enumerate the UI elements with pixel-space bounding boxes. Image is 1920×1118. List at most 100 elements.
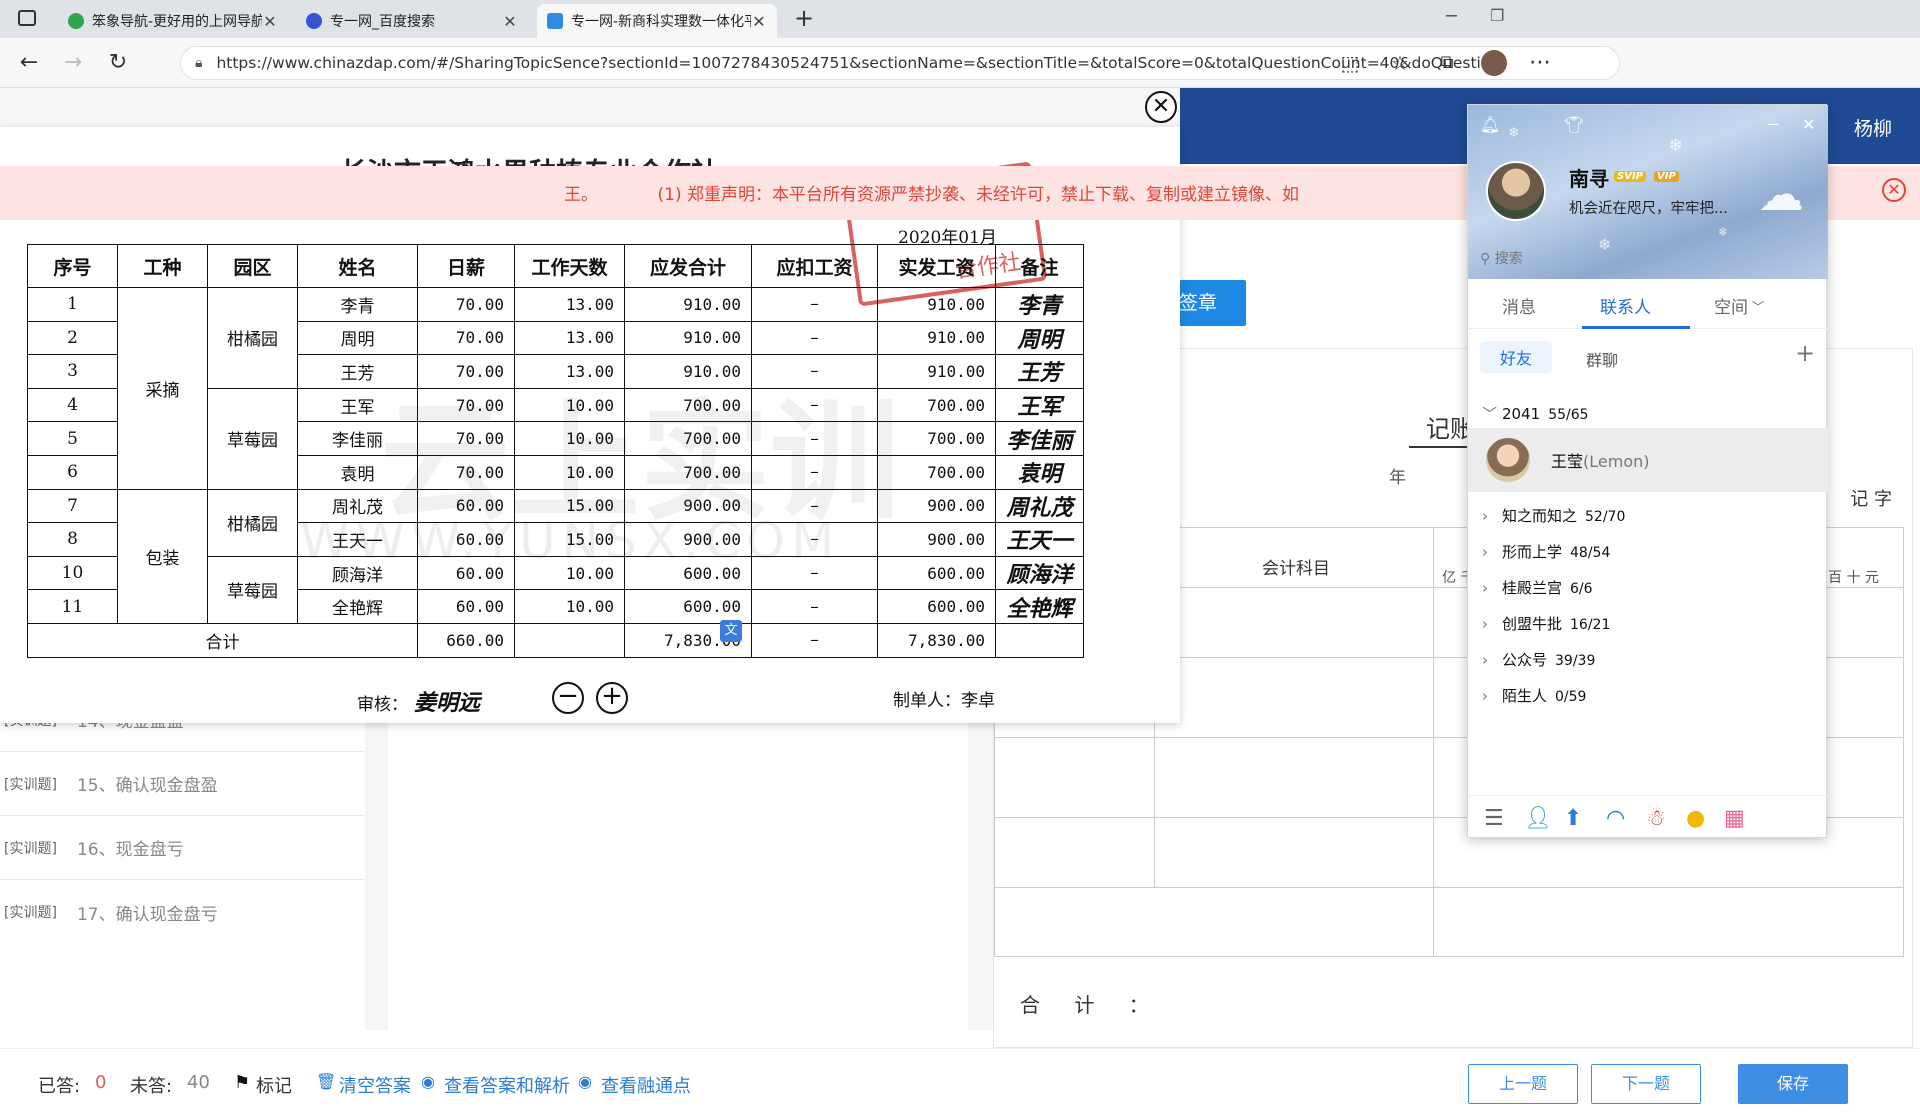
area-cell: 草莓园 bbox=[207, 555, 298, 624]
weather-cloud-icon[interactable]: ☁ bbox=[1758, 167, 1804, 221]
work-days-cell: 13.00 bbox=[514, 287, 625, 322]
more-menu-icon[interactable]: ⋯ bbox=[1525, 48, 1555, 78]
game-icon[interactable]: ● bbox=[1686, 806, 1705, 831]
tab-title: 专一网-新商科实理数一体化平台 bbox=[571, 14, 751, 30]
clear-answer-link[interactable]: 清空答案 bbox=[339, 1072, 411, 1098]
view-points-link[interactable]: 查看融通点 bbox=[601, 1072, 691, 1098]
save-button[interactable]: 保存 bbox=[1738, 1064, 1848, 1104]
tab-actions-icon[interactable] bbox=[18, 10, 36, 26]
tab-space[interactable]: 空间 bbox=[1714, 293, 1748, 318]
back-icon[interactable]: ← bbox=[14, 48, 44, 78]
qq-avatar[interactable] bbox=[1486, 161, 1546, 221]
net-cell: 910.00 bbox=[877, 287, 996, 322]
translate-icon[interactable]: 文 bbox=[720, 620, 742, 642]
menu-icon[interactable]: ☰ bbox=[1484, 806, 1504, 831]
url-text: https://www.chinazdap.com/#/SharingTopic… bbox=[216, 54, 1505, 72]
add-contact-icon[interactable]: + bbox=[1795, 339, 1815, 367]
favorites-icon[interactable]: ☆ bbox=[1385, 48, 1415, 78]
net-cell: 700.00 bbox=[877, 421, 996, 456]
deduct-cell: – bbox=[751, 589, 878, 624]
auditor-signature: 姜明远 bbox=[414, 690, 481, 716]
tab-zhuanyi[interactable]: 专一网-新商科实理数一体化平台 ✕ bbox=[537, 4, 777, 38]
close-preview-icon[interactable]: ✕ bbox=[1145, 91, 1177, 123]
net-cell: 900.00 bbox=[877, 488, 996, 524]
zoom-in-icon[interactable]: + bbox=[596, 682, 628, 714]
name-cell: 周礼茂 bbox=[297, 488, 418, 524]
tab-baidu[interactable]: 专一网_百度搜索 ✕ bbox=[296, 4, 528, 38]
contact-group[interactable]: › 陌生人 0/59 bbox=[1482, 685, 1586, 706]
file-transfer-icon[interactable]: ⬆ bbox=[1564, 806, 1582, 831]
profile-avatar[interactable] bbox=[1481, 50, 1507, 76]
collections-icon[interactable]: ⧉ bbox=[1432, 48, 1462, 78]
contact-group[interactable]: ﹀ 2041 55/65 bbox=[1482, 403, 1589, 424]
browser-tab-bar: 笨象导航-更好用的上网导航 ✕ 专一网_百度搜索 ✕ 专一网-新商科实理数一体化… bbox=[0, 0, 1920, 38]
add-friend-icon[interactable]: 👤︎ bbox=[1524, 806, 1552, 831]
qq-pet-icon[interactable]: ☃ bbox=[1646, 806, 1666, 831]
column-header: 备注 bbox=[995, 244, 1084, 288]
tab-messages[interactable]: 消息 bbox=[1502, 293, 1536, 318]
subtab-groups[interactable]: 群聊 bbox=[1586, 347, 1618, 371]
qq-signature[interactable]: 机会近在咫尺，牢牢把... bbox=[1569, 197, 1728, 218]
total-row: 合计 660.00 7,830.00–7,830.00 bbox=[27, 622, 1084, 658]
daily-wage-cell: 60.00 bbox=[417, 589, 515, 624]
subtab-friends[interactable]: 好友 bbox=[1480, 341, 1553, 373]
deduct-cell: – bbox=[751, 488, 878, 524]
seq-cell: 1 bbox=[27, 287, 118, 322]
qq-search-input[interactable]: ⚲ 搜索 bbox=[1480, 248, 1523, 268]
column-header: 实发工资 bbox=[877, 244, 996, 288]
column-header: 姓名 bbox=[297, 244, 418, 288]
minimize-icon[interactable]: ─ bbox=[1768, 115, 1778, 134]
next-button[interactable]: 下一题 bbox=[1591, 1064, 1701, 1104]
work-days-cell: 10.00 bbox=[514, 555, 625, 591]
daily-wage-cell: 60.00 bbox=[417, 555, 515, 591]
contact-group[interactable]: › 知之而知之 52/70 bbox=[1482, 505, 1625, 526]
search-icon: ⚲ bbox=[1480, 251, 1495, 267]
friend-item[interactable]: 王莹(Lemon) bbox=[1468, 428, 1828, 492]
browser-icon[interactable]: ◠ bbox=[1606, 806, 1625, 831]
deduct-cell: – bbox=[751, 387, 878, 423]
tab-contacts[interactable]: 联系人 bbox=[1600, 293, 1651, 318]
empty-cell bbox=[995, 622, 1084, 658]
job-type-cell: 包装 bbox=[117, 488, 208, 624]
zhuanyi-logo-icon bbox=[547, 13, 563, 29]
net-cell: 600.00 bbox=[877, 555, 996, 591]
extensions-icon[interactable]: ⬚ bbox=[1335, 48, 1365, 78]
question-item[interactable]: [实训题] 17、确认现金盘亏 bbox=[0, 880, 365, 944]
name-cell: 王芳 bbox=[297, 354, 418, 389]
close-tab-icon[interactable]: ✕ bbox=[502, 12, 518, 31]
refresh-icon[interactable]: ↻ bbox=[103, 48, 133, 78]
net-cell: 910.00 bbox=[877, 354, 996, 389]
name-cell: 李佳丽 bbox=[297, 421, 418, 456]
minimize-button[interactable]: ─ bbox=[1446, 6, 1457, 27]
skin-icon[interactable]: 👕︎ bbox=[1564, 115, 1584, 134]
zoom-out-icon[interactable]: − bbox=[552, 682, 584, 714]
payroll-table: 序号 工种 园区 姓名 日薪 工作天数 应发合计 应扣工资 实发工资 备注 1 采摘 柑橘园 李青 70.… bbox=[27, 244, 1084, 658]
tab-bxdh[interactable]: 笨象导航-更好用的上网导航 ✕ bbox=[58, 4, 288, 38]
daily-wage-cell: 70.00 bbox=[417, 387, 515, 423]
new-tab-button[interactable]: + bbox=[794, 4, 814, 32]
contact-group[interactable]: › 创盟牛批 16/21 bbox=[1482, 613, 1610, 634]
bell-icon[interactable]: 🔔︎ bbox=[1480, 115, 1500, 134]
restore-button[interactable]: ❐ bbox=[1490, 6, 1504, 25]
chevron-right-icon: › bbox=[1482, 579, 1488, 597]
net-cell: 900.00 bbox=[877, 522, 996, 557]
prev-button[interactable]: 上一题 bbox=[1468, 1064, 1578, 1104]
close-notice-icon[interactable]: ✕ bbox=[1882, 178, 1906, 202]
close-tab-icon[interactable]: ✕ bbox=[262, 12, 278, 31]
question-item[interactable]: [实训题] 15、确认现金盘盈 bbox=[0, 752, 365, 816]
gross-cell: 900.00 bbox=[624, 488, 752, 524]
close-icon[interactable]: ✕ bbox=[1802, 115, 1815, 134]
forward-icon[interactable]: → bbox=[58, 48, 88, 78]
seq-cell: 2 bbox=[27, 320, 118, 356]
mark-button[interactable]: 标记 bbox=[256, 1072, 292, 1098]
view-answer-link[interactable]: 查看答案和解析 bbox=[444, 1072, 570, 1098]
net-cell: 600.00 bbox=[877, 589, 996, 624]
question-item[interactable]: [实训题] 16、现金盘亏 bbox=[0, 816, 365, 880]
contact-group[interactable]: › 公众号 39/39 bbox=[1482, 649, 1595, 670]
apps-grid-icon[interactable]: ▦ bbox=[1724, 806, 1745, 831]
user-name[interactable]: 杨柳 bbox=[1854, 114, 1892, 141]
close-tab-icon[interactable]: ✕ bbox=[751, 12, 767, 31]
net-cell: 700.00 bbox=[877, 454, 996, 490]
contact-group[interactable]: › 桂殿兰宫 6/6 bbox=[1482, 577, 1593, 598]
contact-group[interactable]: › 形而上学 48/54 bbox=[1482, 541, 1610, 562]
